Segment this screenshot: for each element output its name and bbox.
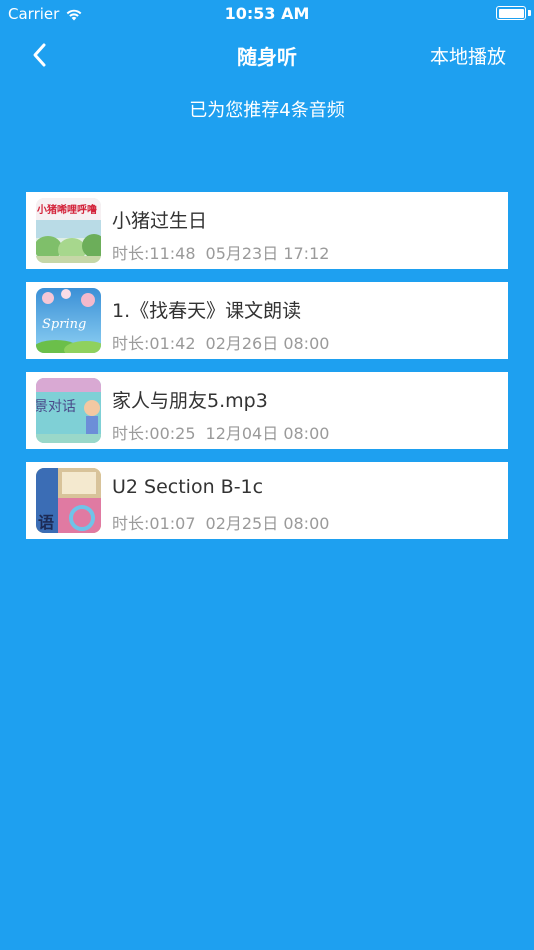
audio-thumbnail: Spring [36,288,101,353]
audio-date: 05月23日 17:12 [205,244,330,263]
audio-title: 家人与朋友5.mp3 [112,390,268,412]
local-play-button[interactable]: 本地播放 [430,42,506,69]
audio-meta: 时长:01:07 02月25日 08:00 [112,510,329,534]
battery-level [498,8,524,18]
audio-title: 小猪过生日 [112,210,208,232]
audio-duration: 时长:01:07 [112,514,196,533]
thumbnail-title: 小猪唏哩呼噜 [36,203,97,216]
thumbnail-title: 语 [38,513,54,532]
audio-thumbnail: 小猪唏哩呼噜 [36,198,101,263]
nav-bar: 随身听 本地播放 [0,30,534,80]
status-bar: Carrier 10:53 AM [0,0,534,30]
battery-icon [496,6,526,20]
audio-meta: 时长:11:48 05月23日 17:12 [112,240,329,264]
status-time: 10:53 AM [224,4,310,23]
audio-meta: 时长:01:42 02月26日 08:00 [112,330,329,354]
audio-title: U2 Section B-1c [112,476,264,498]
thumbnail-title: 景对话 [36,399,76,415]
audio-duration: 时长:01:42 [112,334,196,353]
thumbnail-title: Spring [42,317,86,332]
audio-duration: 时长:00:25 [112,424,196,443]
audio-item[interactable]: Spring 1.《找春天》课文朗读 时长:01:42 02月26日 08:00 [26,282,508,359]
audio-date: 12月04日 08:00 [205,424,330,443]
audio-duration: 时长:11:48 [112,244,196,263]
audio-title: 1.《找春天》课文朗读 [112,300,302,322]
audio-thumbnail: 景对话 [36,378,101,443]
battery-tip [528,10,531,16]
audio-item[interactable]: 景对话 家人与朋友5.mp3 时长:00:25 12月04日 08:00 [26,372,508,449]
audio-meta: 时长:00:25 12月04日 08:00 [112,420,329,444]
audio-list: 小猪唏哩呼噜 小猪过生日 时长:11:48 05月23日 17:12 Sprin… [26,192,508,552]
audio-item[interactable]: 小猪唏哩呼噜 小猪过生日 时长:11:48 05月23日 17:12 [26,192,508,269]
audio-date: 02月26日 08:00 [205,334,330,353]
recommend-count-text: 已为您推荐4条音频 [189,100,345,121]
audio-item[interactable]: 语 U2 Section B-1c 时长:01:07 02月25日 08:00 [26,462,508,539]
audio-thumbnail: 语 [36,468,101,533]
audio-date: 02月25日 08:00 [205,514,330,533]
